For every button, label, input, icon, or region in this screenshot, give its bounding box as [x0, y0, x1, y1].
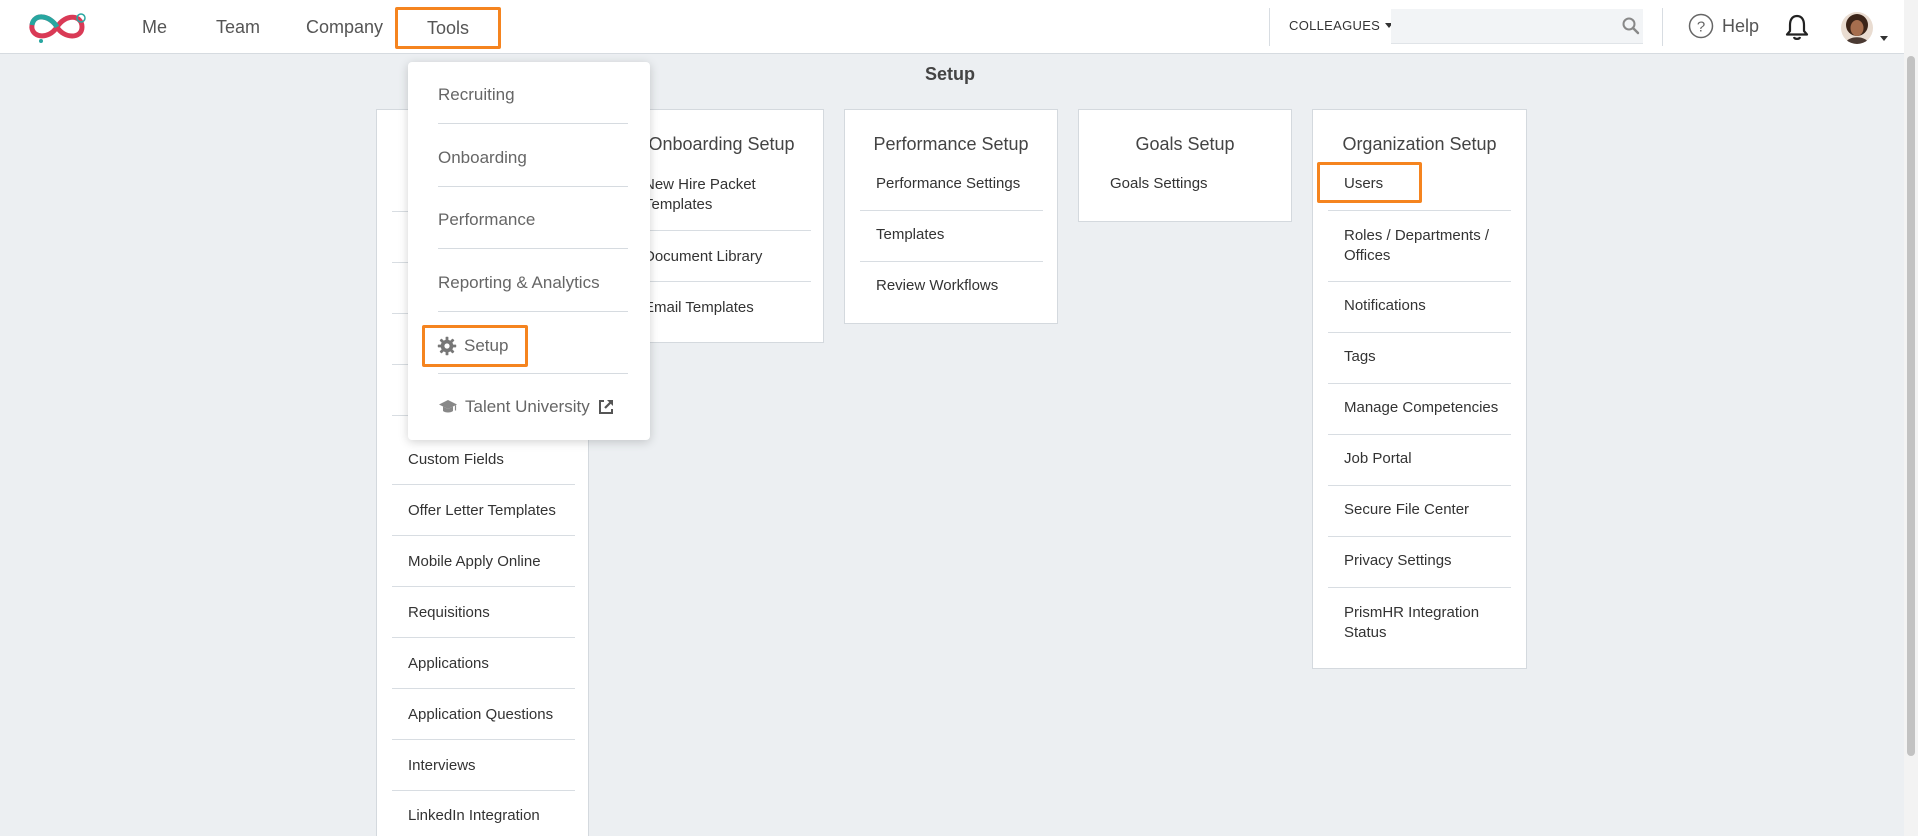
- link-line: Status: [1344, 624, 1387, 641]
- card-divider: [1328, 587, 1511, 588]
- menu-item-recruiting[interactable]: Recruiting: [438, 85, 515, 105]
- setup-link-secure-file-center[interactable]: Secure File Center: [1344, 501, 1469, 518]
- nav-tools-label: Tools: [426, 17, 470, 38]
- card-divider: [392, 637, 575, 638]
- menu-item-setup-label: Setup: [464, 336, 509, 355]
- link-line: Roles / Departments /: [1344, 227, 1490, 244]
- card-divider: [635, 230, 811, 231]
- setup-link-offer-letter-templates[interactable]: Offer Letter Templates: [408, 502, 556, 519]
- header-divider: [1662, 8, 1663, 46]
- link-line: New Hire Packet: [644, 176, 756, 193]
- menu-divider: [438, 311, 628, 312]
- setup-link-performance-settings[interactable]: Performance Settings: [876, 175, 1020, 192]
- setup-link-interviews[interactable]: Interviews: [408, 757, 476, 774]
- setup-link-roles-departments-offices[interactable]: Roles / Departments / Offices: [1344, 226, 1489, 266]
- setup-link-tags[interactable]: Tags: [1344, 348, 1376, 365]
- nav-me[interactable]: Me: [142, 17, 167, 38]
- card-divider: [392, 535, 575, 536]
- setup-link-manage-competencies[interactable]: Manage Competencies: [1344, 399, 1498, 416]
- avatar-image: [1841, 12, 1873, 44]
- card-divider: [1328, 383, 1511, 384]
- gear-icon: [437, 336, 457, 356]
- setup-link-review-workflows[interactable]: Review Workflows: [876, 277, 998, 294]
- card-divider: [1328, 210, 1511, 211]
- setup-link-notifications[interactable]: Notifications: [1344, 297, 1426, 314]
- setup-link-document-library[interactable]: Document Library: [644, 248, 762, 265]
- card-divider: [392, 586, 575, 587]
- card-divider: [1328, 332, 1511, 333]
- card-divider: [1328, 485, 1511, 486]
- search-input[interactable]: [1391, 9, 1643, 44]
- performance-setup-title: Performance Setup: [873, 134, 1029, 154]
- external-link-icon: [598, 400, 613, 414]
- setup-link-goals-settings[interactable]: Goals Settings: [1110, 175, 1208, 192]
- menu-item-setup[interactable]: Setup: [422, 325, 528, 367]
- setup-link-new-hire-packet-templates[interactable]: New Hire Packet Templates: [644, 175, 756, 215]
- setup-link-mobile-apply-online[interactable]: Mobile Apply Online: [408, 553, 541, 570]
- users-highlight-box: [1317, 162, 1422, 203]
- performance-setup-card: Performance Setup Performance Settings T…: [844, 109, 1058, 324]
- graduation-cap-icon: [439, 400, 457, 413]
- link-line: Templates: [644, 196, 713, 213]
- menu-item-performance[interactable]: Performance: [438, 210, 535, 230]
- nav-tools[interactable]: Tools: [395, 7, 501, 49]
- menu-item-talent-university[interactable]: Talent University: [438, 397, 615, 417]
- card-divider: [860, 261, 1043, 262]
- question-circle-icon: ?: [1688, 13, 1714, 39]
- onboarding-setup-title: Onboarding Setup: [648, 134, 795, 154]
- menu-item-onboarding[interactable]: Onboarding: [438, 148, 527, 168]
- card-divider: [392, 790, 575, 791]
- menu-divider: [438, 123, 628, 124]
- tools-dropdown-menu: Recruiting Onboarding Performance Report…: [408, 62, 650, 440]
- card-divider: [635, 281, 811, 282]
- setup-link-application-questions[interactable]: Application Questions: [408, 706, 553, 723]
- menu-divider: [438, 186, 628, 187]
- card-divider: [392, 739, 575, 740]
- menu-divider: [438, 248, 628, 249]
- menu-item-reporting-analytics[interactable]: Reporting & Analytics: [438, 273, 600, 293]
- page-title: Setup: [924, 64, 975, 84]
- company-logo[interactable]: [24, 9, 90, 45]
- setup-link-email-templates[interactable]: Email Templates: [644, 299, 754, 316]
- link-line: PrismHR Integration: [1344, 604, 1480, 621]
- top-navigation-bar: Me Team Company Tools COLLEAGUES ? Help: [0, 0, 1918, 54]
- help-link[interactable]: ? Help: [1688, 13, 1759, 39]
- card-divider: [392, 688, 575, 689]
- link-line: Offices: [1344, 247, 1391, 264]
- search-icon[interactable]: [1621, 16, 1641, 36]
- notification-bell-icon[interactable]: [1783, 13, 1811, 41]
- card-divider: [1328, 434, 1511, 435]
- colleagues-label: COLLEAGUES: [1289, 18, 1381, 33]
- setup-link-custom-fields[interactable]: Custom Fields: [408, 451, 504, 468]
- organization-setup-title: Organization Setup: [1342, 134, 1497, 154]
- goals-setup-card: Goals Setup Goals Settings: [1078, 109, 1292, 222]
- user-avatar[interactable]: [1841, 12, 1873, 44]
- avatar-caret-down-icon[interactable]: [1880, 36, 1888, 41]
- card-divider: [860, 210, 1043, 211]
- menu-item-talent-university-label: Talent University: [465, 397, 590, 416]
- menu-divider: [438, 373, 628, 374]
- header-divider: [1269, 8, 1270, 46]
- page-scrollbar-thumb[interactable]: [1907, 56, 1915, 756]
- setup-link-job-portal[interactable]: Job Portal: [1344, 450, 1412, 467]
- setup-link-linkedin-integration[interactable]: LinkedIn Integration: [408, 807, 540, 824]
- setup-link-privacy-settings[interactable]: Privacy Settings: [1344, 552, 1452, 569]
- setup-link-requisitions[interactable]: Requisitions: [408, 604, 490, 621]
- nav-team[interactable]: Team: [216, 17, 260, 38]
- goals-setup-title: Goals Setup: [1135, 134, 1235, 154]
- svg-text:?: ?: [1697, 19, 1705, 36]
- setup-link-applications[interactable]: Applications: [408, 655, 489, 672]
- nav-company[interactable]: Company: [306, 17, 383, 38]
- card-divider: [392, 484, 575, 485]
- setup-link-templates[interactable]: Templates: [876, 226, 944, 243]
- help-label: Help: [1722, 15, 1760, 36]
- card-divider: [1328, 536, 1511, 537]
- card-divider: [1328, 281, 1511, 282]
- setup-link-prismhr-integration-status[interactable]: PrismHR Integration Status: [1344, 603, 1479, 643]
- colleagues-dropdown[interactable]: COLLEAGUES: [1289, 18, 1394, 33]
